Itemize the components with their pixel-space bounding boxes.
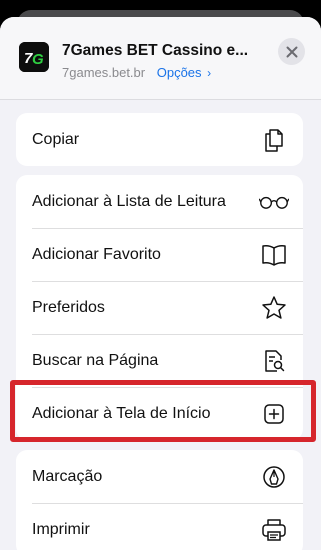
site-app-icon: 7 G [19,42,49,72]
site-title: 7Games BET Cassino e... [62,42,249,59]
site-subtitle: 7games.bet.br Opções › [62,65,211,80]
action-group-tools: Marcação Imprimir [16,450,303,550]
menu-item-label: Marcação [32,467,103,485]
menu-item-label: Adicionar à Lista de Leitura [32,192,226,210]
menu-item-reading-list[interactable]: Adicionar à Lista de Leitura [16,175,303,228]
menu-item-label: Adicionar Favorito [32,245,161,263]
menu-item-label: Imprimir [32,520,90,538]
glasses-icon [259,187,289,217]
star-icon [259,293,289,323]
options-link[interactable]: Opções [157,65,202,80]
highlight-annotation [10,380,316,442]
share-sheet-header: 7 G 7Games BET Cassino e... 7games.bet.b… [0,17,321,100]
markup-pen-icon [259,462,289,492]
menu-item-markup[interactable]: Marcação [16,450,303,503]
site-url: 7games.bet.br [62,65,146,80]
find-in-page-icon [259,346,289,376]
share-sheet: 7 G 7Games BET Cassino e... 7games.bet.b… [0,17,321,550]
menu-item-favorites[interactable]: Preferidos [16,281,303,334]
menu-item-label: Copiar [32,130,80,148]
close-x-icon [286,46,297,57]
menu-item-label: Preferidos [32,298,105,316]
action-group-copy: Copiar [16,113,303,166]
book-icon [259,240,289,270]
close-button[interactable] [278,38,305,65]
copy-icon [259,125,289,155]
menu-item-print[interactable]: Imprimir [16,503,303,550]
menu-item-label: Buscar na Página [32,351,159,369]
logo-g-glyph: G [32,51,44,68]
printer-icon [259,515,289,545]
menu-item-add-bookmark[interactable]: Adicionar Favorito [16,228,303,281]
chevron-right-icon[interactable]: › [207,66,211,80]
menu-item-copy[interactable]: Copiar [16,113,303,166]
